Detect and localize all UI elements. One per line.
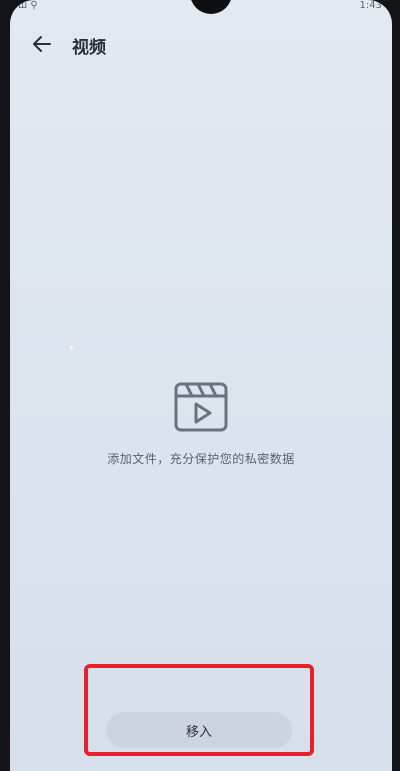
screen-reflection xyxy=(70,346,73,349)
status-time: 1:43 xyxy=(359,0,382,11)
app-screen: ш ⚲ 1:43 视频 添加文件，充分保护您的私密数据 移入 xyxy=(10,0,392,771)
header-bar: 视频 xyxy=(10,26,392,62)
status-left: ш ⚲ xyxy=(18,0,38,11)
bottom-action-area: 移入 xyxy=(10,690,392,750)
video-play-icon xyxy=(174,382,228,432)
status-bar: ш ⚲ 1:43 xyxy=(10,0,392,14)
move-in-button[interactable]: 移入 xyxy=(106,712,292,748)
page-title: 视频 xyxy=(72,38,106,58)
status-icons: ш ⚲ xyxy=(18,0,38,11)
empty-state: 添加文件，充分保护您的私密数据 xyxy=(10,378,392,467)
phone-frame: ш ⚲ 1:43 视频 添加文件，充分保护您的私密数据 移入 xyxy=(0,0,400,771)
empty-state-message: 添加文件，充分保护您的私密数据 xyxy=(107,452,295,466)
back-button[interactable] xyxy=(28,30,56,58)
arrow-left-icon xyxy=(33,36,51,52)
